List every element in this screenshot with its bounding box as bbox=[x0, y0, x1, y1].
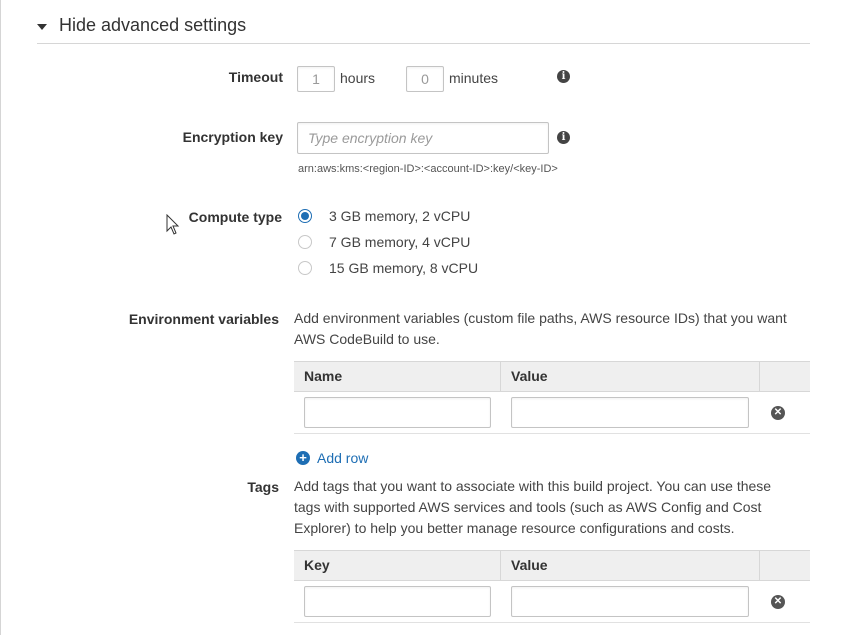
table-header: Key Value bbox=[294, 551, 810, 581]
env-vars-label: Environment variables bbox=[128, 311, 279, 327]
env-vars-table: Name Value ✕ bbox=[294, 361, 810, 434]
compute-option-3gb[interactable]: 3 GB memory, 2 vCPU bbox=[298, 208, 470, 224]
encryption-key-hint: arn:aws:kms:<region-ID>:<account-ID>:key… bbox=[298, 163, 558, 175]
page-left-edge bbox=[0, 0, 1, 635]
compute-option-7gb[interactable]: 7 GB memory, 4 vCPU bbox=[298, 234, 470, 250]
env-value-input[interactable] bbox=[511, 397, 749, 428]
plus-circle-icon: + bbox=[296, 451, 310, 465]
encryption-key-input[interactable] bbox=[297, 122, 549, 154]
compute-option-label: 15 GB memory, 8 vCPU bbox=[329, 260, 479, 276]
column-header-actions bbox=[760, 362, 810, 391]
add-row-link[interactable]: + Add row bbox=[296, 450, 368, 466]
table-row: ✕ bbox=[294, 392, 810, 434]
hours-unit-label: hours bbox=[340, 70, 376, 86]
encryption-key-label: Encryption key bbox=[182, 129, 283, 145]
column-header-actions bbox=[760, 551, 810, 580]
tags-label: Tags bbox=[247, 479, 279, 495]
compute-option-15gb[interactable]: 15 GB memory, 8 vCPU bbox=[298, 260, 478, 276]
timeout-minutes-input[interactable] bbox=[406, 66, 444, 92]
column-header-name: Name bbox=[294, 362, 501, 391]
timeout-label: Timeout bbox=[228, 69, 283, 85]
mouse-pointer-icon bbox=[166, 214, 180, 235]
env-name-input[interactable] bbox=[304, 397, 491, 428]
table-row: ✕ bbox=[294, 581, 810, 623]
radio-unselected[interactable] bbox=[298, 261, 312, 275]
tag-key-input[interactable] bbox=[304, 586, 491, 617]
column-header-value: Value bbox=[501, 362, 760, 391]
radio-unselected[interactable] bbox=[298, 235, 312, 249]
caret-down-icon bbox=[37, 23, 47, 30]
env-vars-description: Add environment variables (custom file p… bbox=[294, 310, 787, 347]
tag-value-input[interactable] bbox=[511, 586, 749, 617]
compute-option-label: 7 GB memory, 4 vCPU bbox=[329, 234, 471, 250]
column-header-key: Key bbox=[294, 551, 501, 580]
section-divider bbox=[37, 43, 810, 44]
encryption-info-icon[interactable]: i bbox=[557, 131, 570, 144]
advanced-settings-toggle[interactable]: Hide advanced settings bbox=[37, 15, 246, 36]
tags-table: Key Value ✕ bbox=[294, 550, 810, 623]
radio-selected[interactable] bbox=[298, 209, 312, 223]
timeout-hours-input[interactable] bbox=[297, 66, 335, 92]
tags-description: Add tags that you want to associate with… bbox=[294, 478, 772, 536]
compute-option-label: 3 GB memory, 2 vCPU bbox=[329, 208, 471, 224]
remove-row-icon[interactable]: ✕ bbox=[771, 406, 785, 420]
minutes-unit-label: minutes bbox=[449, 70, 499, 86]
table-header: Name Value bbox=[294, 362, 810, 392]
column-header-value: Value bbox=[501, 551, 760, 580]
remove-row-icon[interactable]: ✕ bbox=[771, 595, 785, 609]
timeout-info-icon[interactable]: i bbox=[557, 70, 570, 83]
add-row-label: Add row bbox=[317, 450, 369, 466]
section-title: Hide advanced settings bbox=[59, 15, 247, 35]
